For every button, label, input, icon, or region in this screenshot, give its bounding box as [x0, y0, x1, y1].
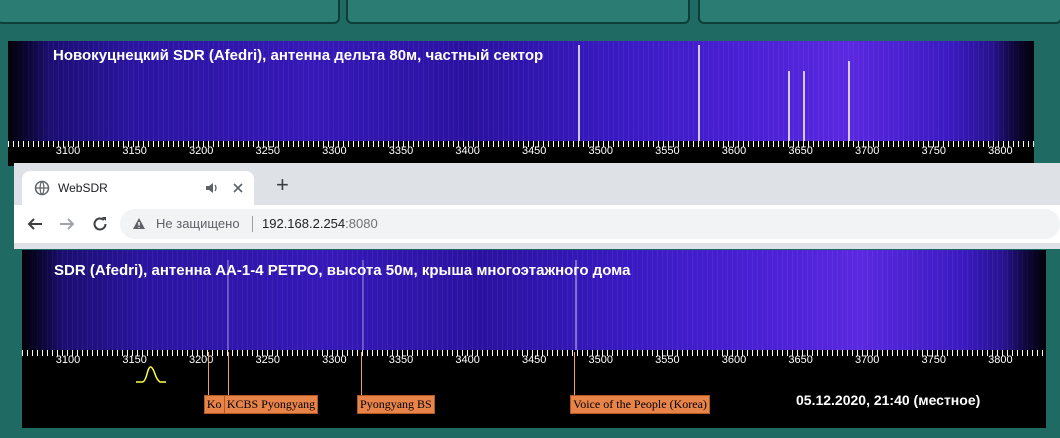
security-status[interactable]: Не защищено — [156, 216, 240, 231]
station-marker-line — [207, 352, 209, 396]
close-icon[interactable] — [232, 181, 244, 199]
passband-filter-icon[interactable] — [136, 366, 166, 389]
tick-label: 3500 — [588, 354, 614, 366]
tick-label: 3750 — [921, 145, 947, 157]
tick-label: 3250 — [255, 354, 281, 366]
tick-label: 3600 — [721, 354, 747, 366]
forward-arrow-icon[interactable] — [58, 216, 76, 237]
station-marker-line — [574, 352, 576, 396]
tick-label: 3550 — [655, 145, 680, 157]
url-text: 192.168.2.254:8080 — [262, 216, 378, 231]
tab-websdr[interactable]: WebSDR — [22, 171, 254, 205]
top-signal-trace — [803, 71, 805, 141]
address-bar[interactable]: Не защищено 192.168.2.254:8080 — [120, 209, 1060, 239]
tick-label: 3600 — [721, 145, 747, 157]
top-sdr-title: Новокуцнецкий SDR (Afedri), антенна дель… — [53, 47, 544, 64]
tick-label: 3150 — [122, 145, 147, 157]
tick-label: 3200 — [188, 145, 214, 157]
station-label[interactable]: KCBS Pyongyang — [223, 395, 319, 414]
url-host: 192.168.2.254 — [262, 216, 346, 231]
speaker-icon[interactable] — [204, 181, 220, 200]
browser-toolbar: Не защищено 192.168.2.254:8080 — [14, 205, 1060, 243]
globe-icon — [34, 180, 50, 201]
station-label[interactable]: Ko — [203, 395, 225, 414]
tick-label: 3300 — [322, 145, 347, 157]
tick-label: 3450 — [521, 145, 547, 157]
tick-label: 3400 — [455, 145, 480, 157]
top-signal-trace — [848, 61, 850, 141]
datetime-label: 05.12.2020, 21:40 (местное) — [796, 392, 981, 408]
tab-title: WebSDR — [58, 181, 108, 195]
tick-label: 3700 — [854, 145, 880, 157]
top-sdr-frame: Новокуцнецкий SDR (Afedri), антенна дель… — [8, 41, 1034, 166]
tick-label: 3450 — [521, 354, 547, 366]
tick-label: 3650 — [788, 145, 813, 157]
tick-label: 3350 — [388, 354, 414, 366]
tick-label: 3300 — [322, 354, 347, 366]
top-signal-trace — [788, 71, 790, 141]
tick-label: 3150 — [122, 354, 147, 366]
tick-label: 3550 — [655, 354, 680, 366]
top-panel-middle — [346, 0, 690, 24]
address-divider — [252, 216, 253, 232]
top-signal-trace — [578, 45, 580, 141]
tick-label: 3750 — [921, 354, 947, 366]
url-port: :8080 — [345, 216, 378, 231]
station-marker-line — [227, 352, 229, 396]
tick-label: 3100 — [55, 354, 81, 366]
tick-label: 3650 — [788, 354, 813, 366]
tick-label: 3800 — [988, 354, 1013, 366]
back-arrow-icon[interactable] — [26, 216, 44, 237]
new-tab-button[interactable]: + — [276, 174, 289, 196]
top-panel-left — [0, 0, 340, 24]
tick-label: 3400 — [455, 354, 480, 366]
tick-label: 3500 — [588, 145, 614, 157]
station-label[interactable]: Pyongyang BS — [357, 395, 435, 414]
tick-label: 3350 — [388, 145, 414, 157]
station-marker-line — [361, 352, 363, 396]
browser-window: WebSDR + Не защищено 192.168.2.254:8080 — [14, 163, 1060, 249]
reload-icon[interactable] — [91, 215, 109, 238]
top-signal-trace — [698, 45, 700, 141]
station-label[interactable]: Voice of the People (Korea) — [570, 395, 710, 414]
tick-label: 3200 — [188, 354, 214, 366]
tick-label: 3800 — [988, 145, 1013, 157]
tick-label: 3700 — [854, 354, 880, 366]
warning-icon — [132, 217, 146, 235]
tick-label: 3250 — [255, 145, 281, 157]
top-panel-right — [698, 0, 1060, 24]
tick-label: 3100 — [55, 145, 81, 157]
bottom-sdr-title: SDR (Afedri), антенна АА-1-4 РЕТРО, высо… — [54, 262, 631, 279]
